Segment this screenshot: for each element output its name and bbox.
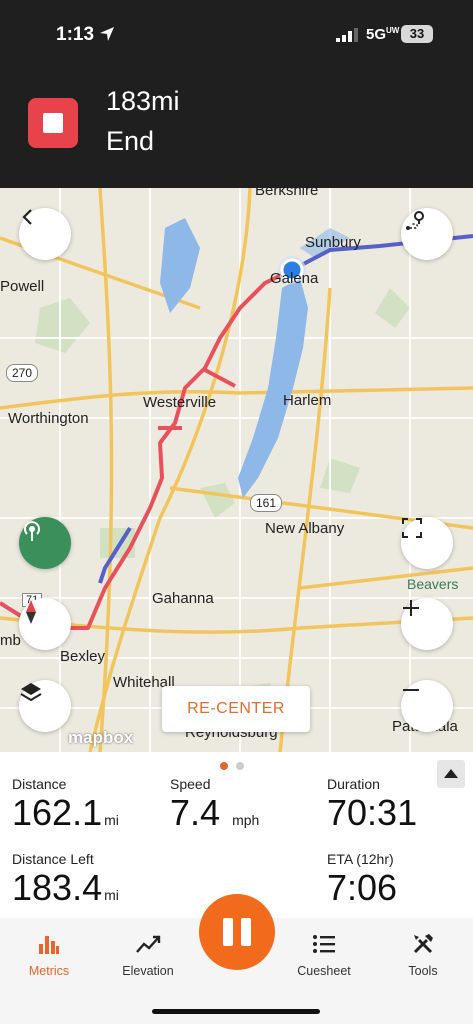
route-161-shield: 161	[250, 494, 283, 512]
metric-value: 70:31	[327, 792, 418, 833]
home-indicator[interactable]	[152, 1009, 320, 1014]
map-label-beavers: Beavers	[407, 576, 459, 592]
collapse-panel-button[interactable]	[437, 760, 465, 788]
tab-label: Tools	[408, 964, 438, 978]
metric-value: 183.4 mi	[12, 867, 119, 908]
map-label-bexley: Bexley	[60, 648, 106, 665]
metric-speed: Speed 7.4 mph	[170, 776, 259, 834]
metric-label: Speed	[170, 776, 211, 792]
cell-signal-icon	[336, 28, 358, 42]
battery-indicator: 33	[401, 25, 433, 43]
tab-metrics[interactable]: Metrics	[9, 930, 89, 978]
map-label-worthington: Worthington	[8, 410, 89, 427]
tab-label: Elevation	[122, 964, 174, 978]
tools-icon	[413, 934, 433, 954]
pause-button[interactable]	[199, 894, 275, 970]
tab-elevation[interactable]: Elevation	[108, 930, 188, 978]
bottom-tab-bar: Metrics Elevation Cuesheet Tools	[0, 894, 473, 1024]
mapbox-attribution: mapbox	[68, 728, 134, 747]
route-pin-icon	[406, 211, 424, 230]
map-label-westerville: Westerville	[143, 394, 217, 411]
map-label-harlem: Harlem	[283, 392, 332, 409]
fullscreen-icon	[402, 518, 422, 538]
end-ride-label[interactable]: End	[106, 126, 154, 157]
network-type: 5GUW	[366, 26, 400, 43]
chevron-left-icon	[22, 209, 32, 225]
header-distance: 183mi	[106, 86, 180, 116]
map-label-sunbury: Sunbury	[305, 234, 361, 251]
page-indicator	[220, 757, 252, 775]
tab-cuesheet[interactable]: Cuesheet	[284, 930, 364, 978]
metric-duration: Duration 70:31	[327, 776, 417, 834]
page-dot-active	[220, 762, 228, 770]
metric-value: 7.4 mph	[170, 792, 260, 833]
metric-eta: ETA (12hr) 7:06	[327, 851, 397, 909]
minus-icon	[403, 689, 419, 691]
trend-line-icon	[136, 935, 161, 953]
fullscreen-button[interactable]	[401, 517, 453, 569]
map-label-berkshire: Berkshire	[255, 188, 319, 199]
map-label-gahanna: Gahanna	[152, 590, 214, 607]
metric-label: Distance	[12, 776, 67, 792]
tab-label: Metrics	[28, 964, 70, 978]
broadcast-icon	[24, 521, 40, 541]
route-options-button[interactable]	[401, 208, 453, 260]
map-label-powell: Powell	[0, 278, 45, 295]
map-view[interactable]: Berkshire Sunbury Galena Powell 270 Wort…	[0, 188, 473, 752]
zoom-in-button[interactable]	[401, 598, 453, 650]
compass-button[interactable]	[19, 598, 71, 650]
metric-distance-left: Distance Left 183.4 mi	[12, 851, 119, 909]
back-button[interactable]	[19, 208, 71, 260]
recenter-button[interactable]: RE-CENTER	[162, 686, 310, 732]
map-canvas	[0, 188, 473, 752]
plus-icon	[403, 600, 419, 616]
status-bar: 1:13 5GUW 33	[0, 22, 473, 50]
metric-distance: Distance 162.1 mi	[12, 776, 119, 834]
live-beacon-button[interactable]	[19, 517, 71, 569]
page-dot	[236, 762, 244, 770]
status-time: 1:13	[56, 24, 95, 45]
metric-value: 162.1 mi	[12, 792, 119, 833]
layers-icon	[20, 683, 42, 702]
metric-label: Distance Left	[12, 851, 94, 867]
compass-icon	[26, 600, 36, 624]
tab-label: Cuesheet	[297, 964, 351, 978]
top-bar: 1:13 5GUW 33 183mi End	[0, 0, 473, 188]
pause-bar	[241, 918, 251, 946]
stop-ride-button[interactable]	[28, 98, 78, 148]
zoom-out-button[interactable]	[401, 680, 453, 732]
pause-bar	[223, 918, 233, 946]
map-label-columbus: mb	[0, 632, 21, 649]
location-arrow-icon	[100, 27, 114, 41]
list-icon	[313, 935, 335, 953]
metric-label: ETA (12hr)	[327, 851, 394, 867]
metric-label: Duration	[327, 776, 380, 792]
map-layers-button[interactable]	[19, 680, 71, 732]
map-label-new-albany: New Albany	[265, 520, 345, 537]
tab-tools[interactable]: Tools	[383, 930, 463, 978]
bar-chart-icon	[39, 936, 59, 954]
route-270-shield: 270	[6, 364, 39, 382]
metric-value: 7:06	[327, 867, 398, 908]
map-label-galena: Galena	[270, 270, 319, 287]
